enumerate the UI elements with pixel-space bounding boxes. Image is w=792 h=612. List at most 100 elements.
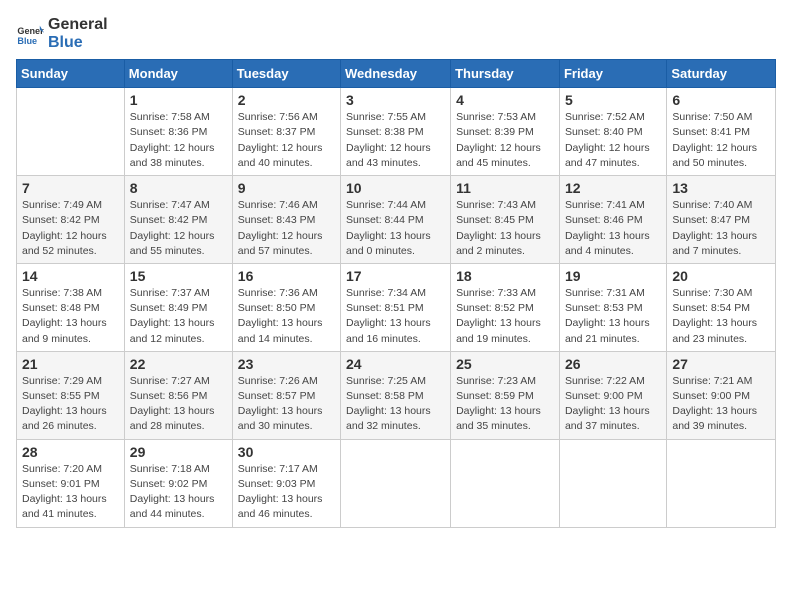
day-info: Sunrise: 7:27 AMSunset: 8:56 PMDaylight:… (130, 374, 227, 435)
calendar-cell: 20 Sunrise: 7:30 AMSunset: 8:54 PMDayligh… (667, 263, 776, 351)
day-info: Sunrise: 7:44 AMSunset: 8:44 PMDaylight:… (346, 198, 445, 259)
day-info: Sunrise: 7:55 AMSunset: 8:38 PMDaylight:… (346, 110, 445, 171)
calendar-cell (451, 439, 560, 527)
day-info: Sunrise: 7:36 AMSunset: 8:50 PMDaylight:… (238, 286, 335, 347)
day-number: 17 (346, 268, 445, 284)
day-info: Sunrise: 7:25 AMSunset: 8:58 PMDaylight:… (346, 374, 445, 435)
day-number: 10 (346, 180, 445, 196)
day-info: Sunrise: 7:23 AMSunset: 8:59 PMDaylight:… (456, 374, 554, 435)
calendar-cell: 6Sunrise: 7:50 AMSunset: 8:41 PMDaylight… (667, 88, 776, 176)
day-number: 7 (22, 180, 119, 196)
calendar-cell (559, 439, 666, 527)
day-info: Sunrise: 7:40 AMSunset: 8:47 PMDaylight:… (672, 198, 770, 259)
day-number: 25 (456, 356, 554, 372)
calendar-cell: 22 Sunrise: 7:27 AMSunset: 8:56 PMDayligh… (124, 351, 232, 439)
calendar-cell: 19 Sunrise: 7:31 AMSunset: 8:53 PMDayligh… (559, 263, 666, 351)
calendar-cell: 25 Sunrise: 7:23 AMSunset: 8:59 PMDayligh… (451, 351, 560, 439)
day-number: 29 (130, 444, 227, 460)
day-number: 13 (672, 180, 770, 196)
day-info: Sunrise: 7:21 AMSunset: 9:00 PMDaylight:… (672, 374, 770, 435)
calendar-week-row: 14 Sunrise: 7:38 AMSunset: 8:48 PMDayligh… (17, 263, 776, 351)
day-number: 8 (130, 180, 227, 196)
calendar-cell: 5 Sunrise: 7:52 AMSunset: 8:40 PMDaylight… (559, 88, 666, 176)
day-number: 19 (565, 268, 661, 284)
weekday-header-monday: Monday (124, 60, 232, 88)
svg-text:Blue: Blue (17, 35, 37, 45)
day-number: 2 (238, 92, 335, 108)
day-info: Sunrise: 7:29 AMSunset: 8:55 PMDaylight:… (22, 374, 119, 435)
calendar-week-row: 28 Sunrise: 7:20 AMSunset: 9:01 PMDayligh… (17, 439, 776, 527)
logo: General Blue General Blue (16, 16, 108, 51)
day-info: Sunrise: 7:47 AMSunset: 8:42 PMDaylight:… (130, 198, 227, 259)
day-number: 5 (565, 92, 661, 108)
calendar-cell: 29 Sunrise: 7:18 AMSunset: 9:02 PMDayligh… (124, 439, 232, 527)
day-info: Sunrise: 7:43 AMSunset: 8:45 PMDaylight:… (456, 198, 554, 259)
day-info: Sunrise: 7:31 AMSunset: 8:53 PMDaylight:… (565, 286, 661, 347)
calendar-cell (17, 88, 125, 176)
day-number: 3 (346, 92, 445, 108)
day-number: 28 (22, 444, 119, 460)
calendar-cell: 26 Sunrise: 7:22 AMSunset: 9:00 PMDayligh… (559, 351, 666, 439)
calendar-week-row: 7Sunrise: 7:49 AMSunset: 8:42 PMDaylight… (17, 176, 776, 264)
day-info: Sunrise: 7:38 AMSunset: 8:48 PMDaylight:… (22, 286, 119, 347)
logo-icon: General Blue (16, 20, 44, 48)
day-number: 11 (456, 180, 554, 196)
calendar-cell: 15 Sunrise: 7:37 AMSunset: 8:49 PMDayligh… (124, 263, 232, 351)
day-info: Sunrise: 7:33 AMSunset: 8:52 PMDaylight:… (456, 286, 554, 347)
day-number: 9 (238, 180, 335, 196)
weekday-header-thursday: Thursday (451, 60, 560, 88)
calendar-cell: 1Sunrise: 7:58 AMSunset: 8:36 PMDaylight… (124, 88, 232, 176)
calendar-cell: 13 Sunrise: 7:40 AMSunset: 8:47 PMDayligh… (667, 176, 776, 264)
calendar-cell: 12 Sunrise: 7:41 AMSunset: 8:46 PMDayligh… (559, 176, 666, 264)
calendar-cell: 11 Sunrise: 7:43 AMSunset: 8:45 PMDayligh… (451, 176, 560, 264)
calendar-cell: 10 Sunrise: 7:44 AMSunset: 8:44 PMDayligh… (341, 176, 451, 264)
logo-general: General (48, 16, 108, 34)
day-number: 30 (238, 444, 335, 460)
day-info: Sunrise: 7:37 AMSunset: 8:49 PMDaylight:… (130, 286, 227, 347)
day-number: 12 (565, 180, 661, 196)
day-number: 15 (130, 268, 227, 284)
weekday-header-wednesday: Wednesday (341, 60, 451, 88)
day-number: 27 (672, 356, 770, 372)
calendar-cell: 16Sunrise: 7:36 AMSunset: 8:50 PMDayligh… (232, 263, 340, 351)
page-header: General Blue General Blue (16, 16, 776, 51)
calendar-cell: 7Sunrise: 7:49 AMSunset: 8:42 PMDaylight… (17, 176, 125, 264)
calendar-cell: 21Sunrise: 7:29 AMSunset: 8:55 PMDayligh… (17, 351, 125, 439)
day-number: 23 (238, 356, 335, 372)
logo-blue: Blue (48, 34, 108, 52)
day-info: Sunrise: 7:53 AMSunset: 8:39 PMDaylight:… (456, 110, 554, 171)
day-info: Sunrise: 7:17 AMSunset: 9:03 PMDaylight:… (238, 462, 335, 523)
day-info: Sunrise: 7:20 AMSunset: 9:01 PMDaylight:… (22, 462, 119, 523)
calendar-cell: 28 Sunrise: 7:20 AMSunset: 9:01 PMDayligh… (17, 439, 125, 527)
day-info: Sunrise: 7:56 AMSunset: 8:37 PMDaylight:… (238, 110, 335, 171)
day-info: Sunrise: 7:30 AMSunset: 8:54 PMDaylight:… (672, 286, 770, 347)
day-number: 14 (22, 268, 119, 284)
weekday-header-tuesday: Tuesday (232, 60, 340, 88)
day-info: Sunrise: 7:22 AMSunset: 9:00 PMDaylight:… (565, 374, 661, 435)
day-info: Sunrise: 7:26 AMSunset: 8:57 PMDaylight:… (238, 374, 335, 435)
weekday-header-sunday: Sunday (17, 60, 125, 88)
day-info: Sunrise: 7:18 AMSunset: 9:02 PMDaylight:… (130, 462, 227, 523)
weekday-header-row: SundayMondayTuesdayWednesdayThursdayFrid… (17, 60, 776, 88)
calendar-table: SundayMondayTuesdayWednesdayThursdayFrid… (16, 59, 776, 527)
day-number: 18 (456, 268, 554, 284)
calendar-cell (341, 439, 451, 527)
day-number: 26 (565, 356, 661, 372)
calendar-week-row: 1Sunrise: 7:58 AMSunset: 8:36 PMDaylight… (17, 88, 776, 176)
calendar-cell: 3 Sunrise: 7:55 AMSunset: 8:38 PMDaylight… (341, 88, 451, 176)
calendar-cell: 17Sunrise: 7:34 AMSunset: 8:51 PMDayligh… (341, 263, 451, 351)
calendar-cell: 2 Sunrise: 7:56 AMSunset: 8:37 PMDaylight… (232, 88, 340, 176)
day-info: Sunrise: 7:52 AMSunset: 8:40 PMDaylight:… (565, 110, 661, 171)
calendar-cell: 4 Sunrise: 7:53 AMSunset: 8:39 PMDaylight… (451, 88, 560, 176)
day-number: 4 (456, 92, 554, 108)
calendar-cell: 23 Sunrise: 7:26 AMSunset: 8:57 PMDayligh… (232, 351, 340, 439)
calendar-cell: 18 Sunrise: 7:33 AMSunset: 8:52 PMDayligh… (451, 263, 560, 351)
calendar-cell: 14 Sunrise: 7:38 AMSunset: 8:48 PMDayligh… (17, 263, 125, 351)
day-number: 22 (130, 356, 227, 372)
day-number: 1 (130, 92, 227, 108)
day-info: Sunrise: 7:46 AMSunset: 8:43 PMDaylight:… (238, 198, 335, 259)
day-info: Sunrise: 7:41 AMSunset: 8:46 PMDaylight:… (565, 198, 661, 259)
day-number: 24 (346, 356, 445, 372)
day-number: 20 (672, 268, 770, 284)
day-info: Sunrise: 7:50 AMSunset: 8:41 PMDaylight:… (672, 110, 770, 171)
